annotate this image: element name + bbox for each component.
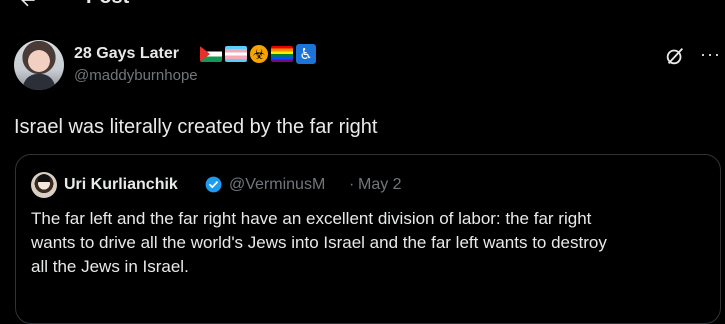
back-arrow-icon[interactable] [18, 0, 38, 10]
name-emoji-badges: ☣ ♿ [200, 44, 316, 64]
author-display-name[interactable]: 28 Gays Later [74, 44, 179, 64]
grok-icon[interactable] [664, 45, 686, 67]
quote-date[interactable]: May 2 [358, 175, 402, 195]
avatar[interactable] [14, 40, 64, 90]
quote-handle[interactable]: @VerminusM [229, 175, 325, 195]
page-title: Post [86, 0, 129, 8]
quote-text-line: wants to drive all the world's Jews into… [31, 233, 607, 252]
verified-badge-icon [205, 176, 222, 193]
more-options-icon[interactable]: ··· [700, 44, 721, 64]
rainbow-flag-icon [271, 46, 293, 62]
quote-avatar[interactable] [31, 172, 57, 198]
top-bar: Post [0, 0, 725, 10]
post-text: Israel was literally created by the far … [14, 116, 378, 138]
biohazard-icon: ☣ [250, 45, 268, 63]
quote-text: The far left and the far right have an e… [31, 207, 701, 279]
palestine-flag-icon [200, 46, 222, 62]
author-handle[interactable]: @maddyburnhope [74, 66, 198, 86]
quoted-post-card[interactable]: Uri Kurlianchik @VerminusM · May 2 The f… [15, 154, 721, 324]
quote-separator: · [349, 176, 355, 193]
quote-text-line: all the Jews in Israel. [31, 257, 189, 276]
wheelchair-icon: ♿ [296, 44, 316, 64]
quote-display-name[interactable]: Uri Kurlianchik [64, 175, 178, 195]
quote-text-line: The far left and the far right have an e… [31, 209, 592, 228]
trans-flag-icon [225, 46, 247, 62]
